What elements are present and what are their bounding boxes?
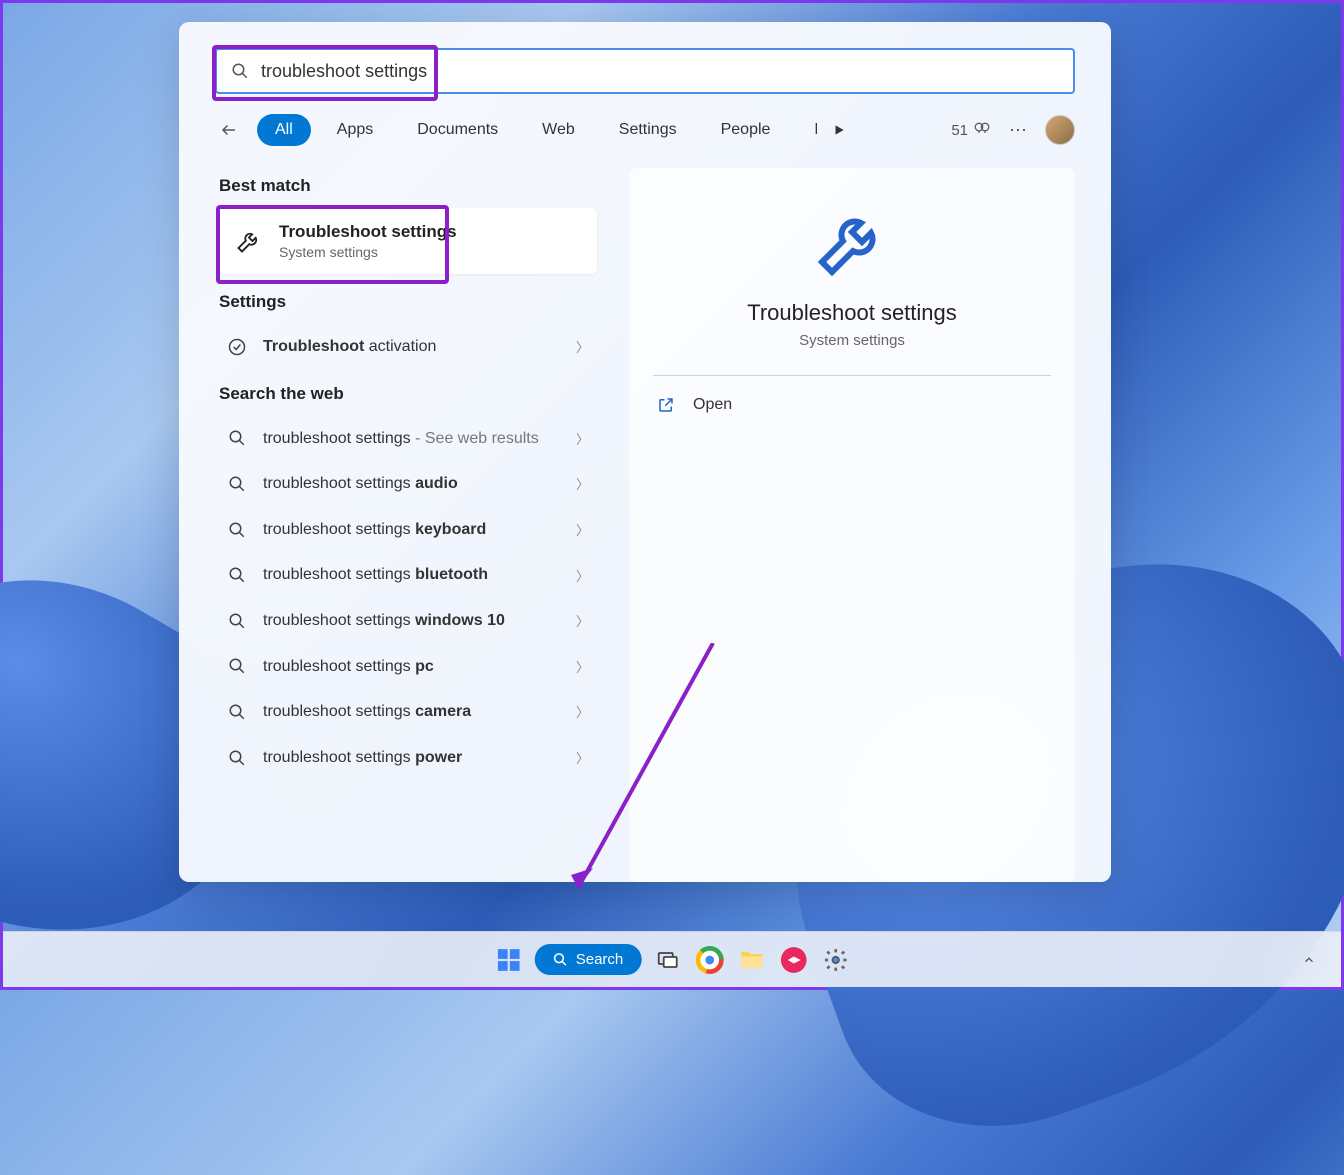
- open-label: Open: [693, 396, 732, 414]
- search-icon: [227, 656, 247, 676]
- open-external-icon: [657, 396, 675, 414]
- play-icon: [832, 123, 846, 137]
- search-icon: [553, 952, 568, 967]
- wrench-icon: [235, 227, 263, 255]
- chevron-right-icon: 〉: [576, 429, 589, 448]
- search-input[interactable]: [261, 61, 1059, 82]
- section-settings: Settings: [219, 292, 597, 312]
- search-icon: [227, 611, 247, 631]
- search-icon: [227, 702, 247, 722]
- chevron-right-icon: 〉: [576, 337, 589, 356]
- open-action[interactable]: Open: [653, 380, 1051, 430]
- result-text: troubleshoot settings audio: [263, 473, 560, 495]
- result-text: troubleshoot settings - See web results: [263, 428, 560, 450]
- back-button[interactable]: [215, 116, 243, 144]
- web-result-item[interactable]: troubleshoot settings audio 〉: [219, 461, 597, 507]
- chevron-right-icon: 〉: [576, 702, 589, 721]
- search-icon: [227, 748, 247, 768]
- more-options-button[interactable]: ⋯: [1005, 116, 1031, 145]
- chrome-app[interactable]: [693, 944, 725, 976]
- show-hidden-icons[interactable]: [1297, 948, 1321, 972]
- web-result-item[interactable]: troubleshoot settings camera 〉: [219, 689, 597, 735]
- chevron-right-icon: 〉: [576, 748, 589, 767]
- result-text: troubleshoot settings power: [263, 747, 560, 769]
- detail-title: Troubleshoot settings: [747, 300, 957, 326]
- search-bar[interactable]: [215, 48, 1075, 94]
- result-text: troubleshoot settings bluetooth: [263, 564, 560, 586]
- result-text: Troubleshoot activation: [263, 336, 560, 358]
- rewards-points[interactable]: 51: [951, 121, 991, 139]
- web-result-item[interactable]: troubleshoot settings windows 10 〉: [219, 598, 597, 644]
- search-icon: [227, 428, 247, 448]
- folder-icon: [737, 946, 765, 974]
- wrench-icon: [812, 202, 892, 282]
- chrome-icon: [695, 946, 723, 974]
- web-result-item[interactable]: troubleshoot settings bluetooth 〉: [219, 552, 597, 598]
- file-explorer-app[interactable]: [735, 944, 767, 976]
- search-icon: [227, 474, 247, 494]
- filter-tab-people[interactable]: People: [703, 114, 789, 146]
- task-view-icon: [655, 948, 679, 972]
- web-result-item[interactable]: troubleshoot settings power 〉: [219, 735, 597, 781]
- detail-panel: Troubleshoot settings System settings Op…: [629, 168, 1075, 882]
- filter-tab-settings[interactable]: Settings: [601, 114, 695, 146]
- search-icon: [227, 565, 247, 585]
- chevron-right-icon: 〉: [576, 611, 589, 630]
- pinned-app[interactable]: [777, 944, 809, 976]
- settings-app[interactable]: [819, 944, 851, 976]
- arrow-left-icon: [220, 121, 238, 139]
- taskbar-search-button[interactable]: Search: [535, 944, 642, 975]
- chevron-right-icon: 〉: [576, 566, 589, 585]
- result-text: troubleshoot settings pc: [263, 656, 560, 678]
- filter-scroll-right[interactable]: [825, 116, 853, 144]
- windows-search-panel: AllAppsDocumentsWebSettingsPeopleFolders…: [179, 22, 1111, 882]
- filter-tabs-row: AllAppsDocumentsWebSettingsPeople Folders…: [179, 108, 1111, 152]
- taskbar: Search: [3, 931, 1341, 987]
- filter-tab-apps[interactable]: Apps: [319, 114, 391, 146]
- chevron-up-icon: [1302, 953, 1316, 967]
- filter-tab-all[interactable]: All: [257, 114, 311, 146]
- section-web: Search the web: [219, 384, 597, 404]
- search-icon: [227, 520, 247, 540]
- task-view-button[interactable]: [651, 944, 683, 976]
- rewards-points-value: 51: [951, 122, 968, 139]
- windows-logo-icon: [496, 947, 522, 973]
- settings-result-item[interactable]: Troubleshoot activation 〉: [219, 324, 597, 370]
- trophy-icon: [973, 121, 991, 139]
- best-match-title: Troubleshoot settings: [279, 222, 457, 242]
- filter-tab-web[interactable]: Web: [524, 114, 593, 146]
- results-column: Best match Troubleshoot settings System …: [179, 168, 611, 882]
- chevron-right-icon: 〉: [576, 474, 589, 493]
- filter-tab-folders[interactable]: Folders: [796, 114, 817, 146]
- section-best-match: Best match: [219, 176, 597, 196]
- filter-tab-documents[interactable]: Documents: [399, 114, 516, 146]
- user-avatar[interactable]: [1045, 115, 1075, 145]
- app-icon: [779, 946, 807, 974]
- best-match-item[interactable]: Troubleshoot settings System settings: [219, 208, 597, 274]
- web-result-item[interactable]: troubleshoot settings pc 〉: [219, 644, 597, 690]
- result-text: troubleshoot settings windows 10: [263, 610, 560, 632]
- web-result-item[interactable]: troubleshoot settings keyboard 〉: [219, 507, 597, 553]
- divider: [653, 375, 1051, 376]
- result-text: troubleshoot settings keyboard: [263, 519, 560, 541]
- best-match-subtitle: System settings: [279, 244, 457, 260]
- taskbar-search-label: Search: [576, 951, 624, 968]
- web-result-item[interactable]: troubleshoot settings - See web results 〉: [219, 416, 597, 462]
- search-icon: [231, 62, 249, 80]
- check-circle-icon: [227, 337, 247, 357]
- start-button[interactable]: [493, 944, 525, 976]
- chevron-right-icon: 〉: [576, 657, 589, 676]
- result-text: troubleshoot settings camera: [263, 701, 560, 723]
- detail-subtitle: System settings: [799, 332, 905, 349]
- chevron-right-icon: 〉: [576, 520, 589, 539]
- gear-icon: [822, 947, 848, 973]
